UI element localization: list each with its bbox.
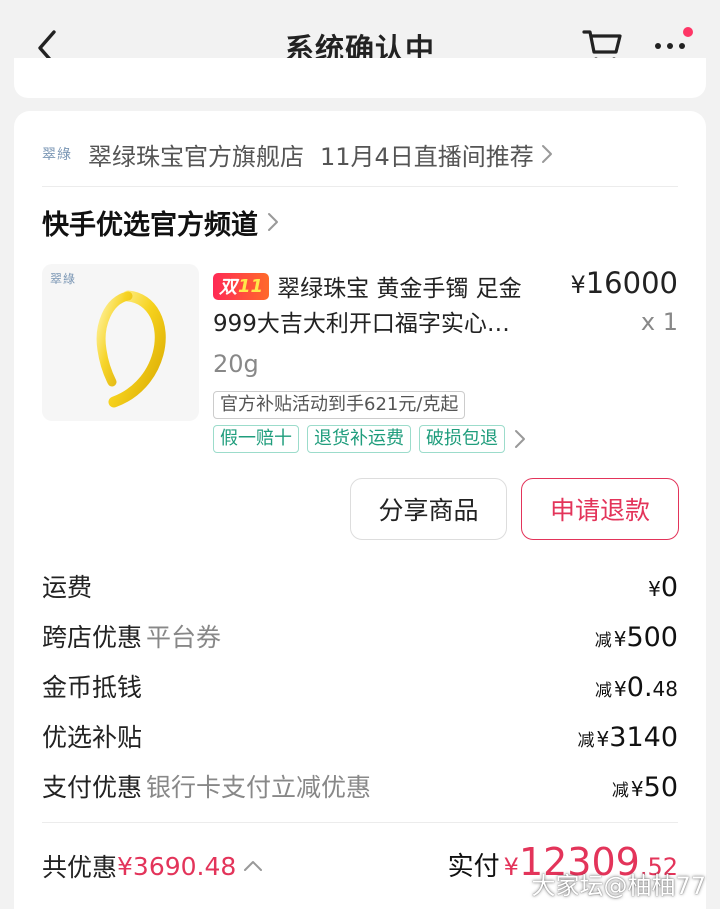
fee-label: 支付优惠 银行卡支付立减优惠 <box>42 773 372 802</box>
channel-label: 快手优选官方频道 <box>42 209 258 241</box>
product-title[interactable]: 双 11 翠绿珠宝 黄金手镯 足金 <box>213 268 553 304</box>
share-product-button[interactable]: 分享商品 <box>350 478 507 540</box>
chevron-right-icon <box>515 430 525 448</box>
total-discount-label: 共优惠 <box>42 853 118 882</box>
product-spec: 20g <box>213 350 259 378</box>
previous-card-bottom <box>14 58 706 98</box>
product-quantity: x 1 <box>640 308 678 336</box>
divider <box>42 822 678 823</box>
subsidy-tag: 官方补贴活动到手621元/克起 <box>213 391 466 419</box>
request-refund-button[interactable]: 申请退款 <box>521 478 679 540</box>
service-tag: 假一赔十 <box>213 425 299 453</box>
fee-value: 减 ¥3140 <box>577 722 678 753</box>
fee-value: 减 ¥500 <box>594 622 678 653</box>
shop-logo: 翠綠 <box>42 147 72 163</box>
service-tags[interactable]: 假一赔十 退货补运费 破损包退 <box>213 425 527 453</box>
channel-link[interactable]: 快手优选官方频道 <box>42 200 280 244</box>
chevron-up-icon <box>244 861 263 871</box>
service-tag: 退货补运费 <box>307 425 411 453</box>
fee-value: ¥0 <box>648 572 678 603</box>
fee-label: 优选补贴 <box>42 723 143 752</box>
fee-row-cross-store[interactable]: 跨店优惠 平台券 减 ¥500 <box>42 618 678 658</box>
fee-row-shipping: 运费 ¥0 <box>42 568 678 608</box>
gold-bangle-illustration <box>96 290 166 408</box>
chevron-right-icon <box>541 145 552 163</box>
fee-row-coins: 金币抵钱 减 ¥0.48 <box>42 668 678 708</box>
product-price: ¥16000 <box>570 266 678 300</box>
notification-dot <box>683 27 693 37</box>
fee-label: 金币抵钱 <box>42 673 143 702</box>
live-recommend-label[interactable]: 11月4日直播间推荐 <box>320 137 534 172</box>
fee-value: 减 ¥50 <box>611 772 678 803</box>
divider <box>42 186 678 187</box>
shop-name[interactable]: 翠绿珠宝官方旗舰店 <box>88 137 304 172</box>
product-title-line2[interactable]: 999大吉大利开口福字实心… <box>213 306 563 342</box>
total-discount-amount: ¥3690.48 <box>117 851 237 881</box>
fee-value: 减 ¥0.48 <box>595 672 678 703</box>
fee-row-subsidy: 优选补贴 减 ¥3140 <box>42 718 678 758</box>
double11-badge: 双 11 <box>213 272 270 300</box>
fee-label: 运费 <box>42 573 93 602</box>
fee-row-payment[interactable]: 支付优惠 银行卡支付立减优惠 减 ¥50 <box>42 768 678 808</box>
shop-header[interactable]: 翠綠 翠绿珠宝官方旗舰店 11月4日直播间推荐 <box>42 136 554 172</box>
watermark: 大家坛@柚柚77 <box>531 872 706 900</box>
chevron-right-icon <box>268 213 278 231</box>
product-title-line1: 翠绿珠宝 黄金手镯 足金 <box>277 276 522 302</box>
total-discount-toggle[interactable]: 共优惠 ¥3690.48 <box>42 848 264 884</box>
paid-label: 实付 <box>447 852 500 882</box>
product-image[interactable]: 翠綠 <box>42 264 199 421</box>
fee-label: 跨店优惠 平台券 <box>42 623 222 652</box>
service-tag: 破损包退 <box>419 425 505 453</box>
